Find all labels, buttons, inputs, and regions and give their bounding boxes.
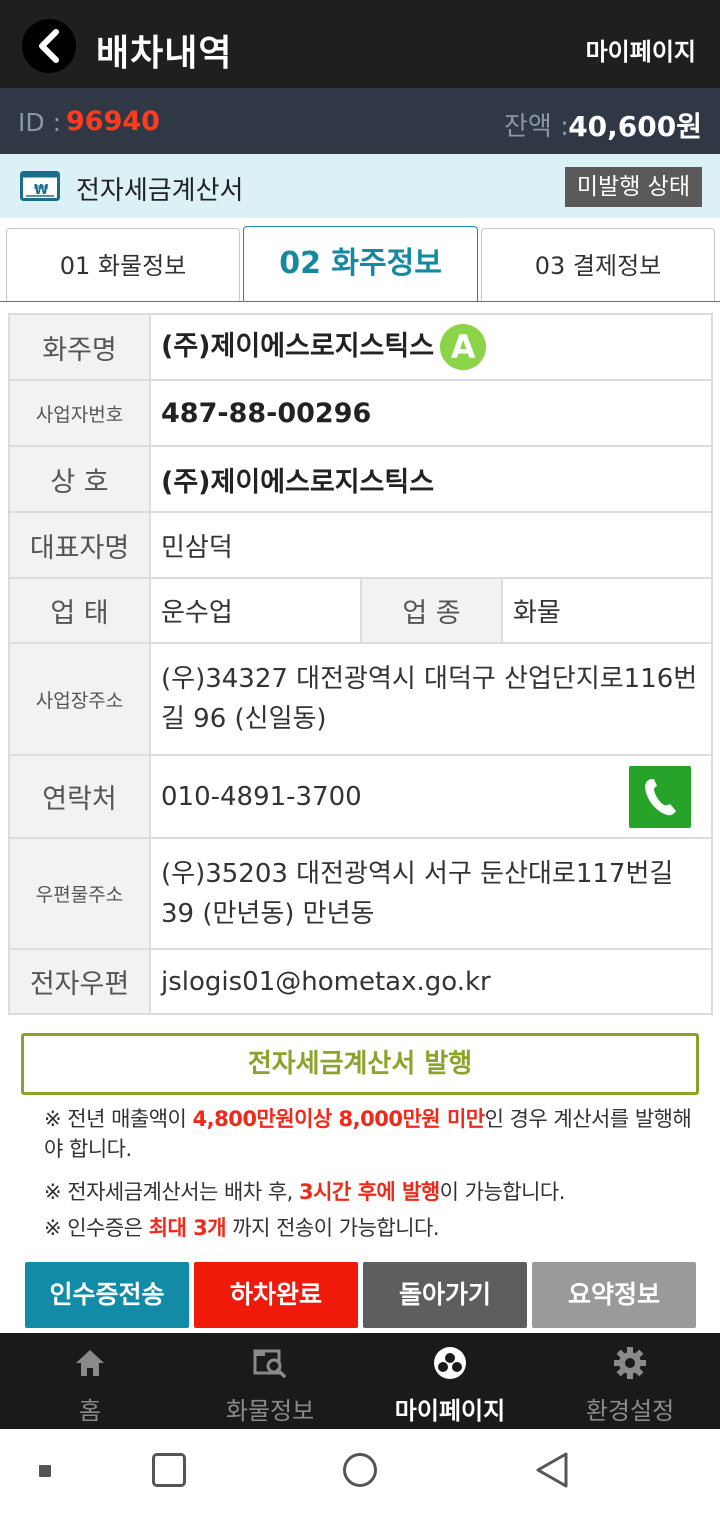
mail-address-value: (우)35203 대전광역시 서구 둔산대로117번길 39 (만년동) 만년동 (149, 837, 713, 950)
biz-type-label: 업 태 (8, 577, 151, 644)
call-button[interactable] (629, 766, 691, 828)
nav-home[interactable]: 홈 (0, 1333, 180, 1429)
table-row: 업 태 운수업 업 종 화물 (8, 577, 713, 644)
nav-mypage[interactable]: 마이페이지 (360, 1333, 540, 1429)
tab-cargo-info[interactable]: 01 화물정보 (6, 228, 240, 302)
table-row: 전자우편 jslogis01@hometax.go.kr (8, 948, 713, 1015)
home-circle-icon[interactable] (343, 1453, 377, 1487)
table-row: 상 호 (주)제이에스로지스틱스 (8, 445, 713, 513)
note-highlight: 3시간 후에 발행 (299, 1180, 440, 1204)
issue-tax-invoice-button[interactable]: 전자세금계산서 발행 (21, 1033, 699, 1095)
table-row: 화주명 (주)제이에스로지스틱스 A (8, 313, 713, 381)
note-text: ※ 전년 매출액이 (44, 1107, 193, 1131)
nav-home-label: 홈 (78, 1397, 102, 1425)
mail-address-label: 우편물주소 (8, 837, 151, 950)
back-triangle-icon[interactable] (534, 1451, 570, 1493)
summary-button[interactable]: 요약정보 (532, 1262, 696, 1328)
grade-badge: A (440, 324, 487, 371)
send-receipt-button[interactable]: 인수증전송 (25, 1262, 189, 1328)
bottom-nav: 홈 화물정보 마이페이지 환경설정 (0, 1333, 720, 1429)
shipper-name-cell: (주)제이에스로지스틱스 A (149, 313, 713, 381)
nav-settings[interactable]: 환경설정 (540, 1333, 720, 1429)
shipper-name-label: 화주명 (8, 313, 151, 381)
table-row: 사업장주소 (우)34327 대전광역시 대덕구 산업단지로116번길 96 (… (8, 642, 713, 756)
email-value: jslogis01@hometax.go.kr (149, 948, 713, 1015)
trade-name-value: (주)제이에스로지스틱스 (149, 445, 713, 513)
note-text: ※ 인수증은 (44, 1216, 149, 1240)
tab-underline (0, 301, 720, 302)
biz-type-value: 운수업 (149, 577, 362, 644)
mypage-link[interactable]: 마이페이지 (586, 32, 696, 67)
menu-dot-icon[interactable] (39, 1465, 51, 1477)
tax-invoice-bar: ₩ 전자세금계산서 미발행 상태 (0, 154, 720, 218)
address-value: (우)34327 대전광역시 대덕구 산업단지로116번길 96 (신일동) (149, 642, 713, 756)
invoice-icon: ₩ (20, 171, 60, 205)
tab-payment-info[interactable]: 03 결제정보 (481, 228, 715, 302)
ceo-value: 민삼덕 (149, 511, 713, 579)
balance-value: 40,600원 (568, 110, 702, 143)
back-button[interactable] (22, 19, 76, 73)
id-label: ID : (18, 108, 61, 137)
note-sales-threshold: ※ 전년 매출액이 4,800만원이상 8,000만원 미만인 경우 계산서를 … (44, 1104, 694, 1164)
note-receipt-limit: ※ 인수증은 최대 3개 까지 전송이 가능합니다. (44, 1213, 440, 1243)
nav-cargo-info-label: 화물정보 (225, 1397, 315, 1425)
shipper-info-table: 화주명 (주)제이에스로지스틱스 A 사업자번호 487-88-00296 상 호… (8, 313, 713, 1015)
id-value: 96940 (66, 106, 160, 137)
note-text: 이 가능합니다. (439, 1180, 566, 1204)
unload-complete-button[interactable]: 하차완료 (194, 1262, 358, 1328)
tax-invoice-title: 전자세금계산서 (76, 176, 244, 206)
biz-item-label: 업 종 (360, 577, 503, 644)
table-row: 연락처 010-4891-3700 (8, 754, 713, 839)
nav-mypage-label: 마이페이지 (394, 1397, 506, 1425)
nav-cargo-info[interactable]: 화물정보 (180, 1333, 360, 1429)
shipper-name-value: (주)제이에스로지스틱스 (161, 330, 435, 362)
note-highlight: 4,800만원이상 8,000만원 미만 (192, 1107, 486, 1131)
page-title: 배차내역 (96, 33, 233, 74)
account-bar: ID : 96940 잔액 : 40,600원 (0, 88, 720, 154)
app-header: 배차내역 마이페이지 (0, 0, 720, 88)
balance-label: 잔액 : (504, 112, 569, 142)
address-label: 사업장주소 (8, 642, 151, 756)
contact-label: 연락처 (8, 754, 151, 839)
note-issue-timing: ※ 전자세금계산서는 배차 후, 3시간 후에 발행이 가능합니다. (44, 1177, 565, 1207)
ceo-label: 대표자명 (8, 511, 151, 579)
table-row: 대표자명 민삼덕 (8, 511, 713, 579)
table-row: 사업자번호 487-88-00296 (8, 379, 713, 447)
tab-bar: 01 화물정보 02 화주정보 03 결제정보 (0, 218, 720, 302)
note-text: ※ 전자세금계산서는 배차 후, (44, 1180, 299, 1204)
trade-name-label: 상 호 (8, 445, 151, 513)
tab-shipper-info[interactable]: 02 화주정보 (243, 226, 478, 302)
phone-icon (645, 779, 676, 816)
system-nav-bar (0, 1429, 720, 1513)
status-badge: 미발행 상태 (564, 167, 702, 207)
contact-cell: 010-4891-3700 (149, 754, 713, 839)
chevron-left-icon (39, 29, 59, 63)
home-icon (70, 1345, 110, 1381)
note-text: 까지 전송이 가능합니다. (226, 1216, 440, 1240)
biz-no-value: 487-88-00296 (149, 379, 713, 447)
table-row: 우편물주소 (우)35203 대전광역시 서구 둔산대로117번길 39 (만년… (8, 837, 713, 950)
cargo-search-icon (250, 1345, 290, 1381)
note-highlight: 최대 3개 (148, 1216, 227, 1240)
biz-no-label: 사업자번호 (8, 379, 151, 447)
email-label: 전자우편 (8, 948, 151, 1015)
nav-settings-label: 환경설정 (585, 1397, 675, 1425)
go-back-button[interactable]: 돌아가기 (363, 1262, 527, 1328)
biz-item-value: 화물 (501, 577, 713, 644)
mypage-icon (430, 1345, 470, 1381)
gear-icon (610, 1345, 650, 1381)
recents-icon[interactable] (152, 1453, 186, 1487)
contact-value: 010-4891-3700 (161, 781, 362, 812)
